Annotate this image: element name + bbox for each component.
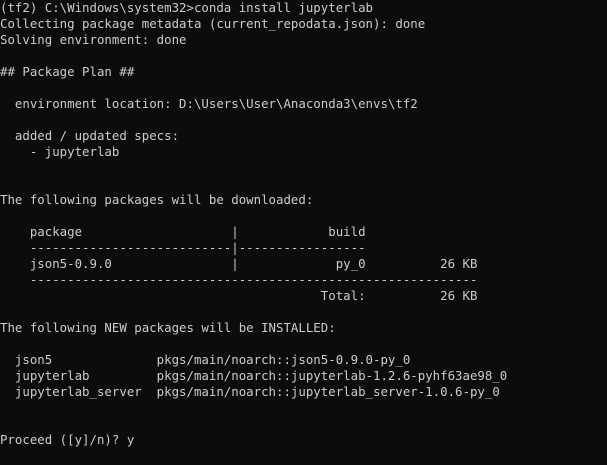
terminal-line: environment location: D:\Users\User\Anac…	[0, 96, 418, 111]
terminal-line: json5-0.9.0 | py_0 26 KB	[0, 256, 478, 271]
terminal-line: The following NEW packages will be INSTA…	[0, 320, 336, 335]
terminal-line: ## Package Plan ##	[0, 64, 135, 79]
terminal-line: ----------------------------------------…	[0, 272, 478, 287]
prompt-text: Proceed ([y]/n)? y	[0, 432, 135, 447]
terminal-window[interactable]: (tf2) C:\Windows\system32>conda install …	[0, 0, 607, 465]
terminal-line: ---------------------------|------------…	[0, 240, 366, 255]
terminal-line: package | build	[0, 224, 366, 239]
terminal-line: - jupyterlab	[0, 144, 120, 159]
terminal-line: (tf2) C:\Windows\system32>conda install …	[0, 0, 373, 15]
terminal-line: json5 pkgs/main/noarch::json5-0.9.0-py_0	[0, 352, 411, 367]
prompt-line[interactable]: Proceed ([y]/n)? y	[0, 432, 607, 448]
terminal-line: Solving environment: done	[0, 32, 187, 47]
terminal-line: jupyterlab pkgs/main/noarch::jupyterlab-…	[0, 368, 508, 383]
terminal-line: added / updated specs:	[0, 128, 180, 143]
terminal-line: The following packages will be downloade…	[0, 192, 314, 207]
terminal-line: Total: 26 KB	[0, 288, 478, 303]
terminal-line: Collecting package metadata (current_rep…	[0, 16, 426, 31]
terminal-line: jupyterlab_server pkgs/main/noarch::jupy…	[0, 384, 500, 399]
terminal-output: (tf2) C:\Windows\system32>conda install …	[0, 0, 607, 448]
